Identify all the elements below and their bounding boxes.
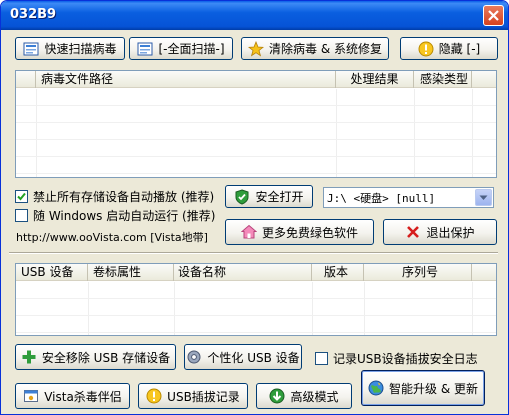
usb-list-rows xyxy=(16,282,496,335)
section-divider xyxy=(9,252,498,254)
disable-autoplay-box[interactable] xyxy=(15,190,28,203)
arrow-down-icon xyxy=(269,388,285,404)
usb-log-label: 记录USB设备插拔安全日志 xyxy=(333,352,478,366)
more-software-button[interactable]: 更多免费绿色软件 xyxy=(225,219,374,245)
disable-autoplay-checkbox[interactable]: 禁止所有存储设备自动播放 (推荐) xyxy=(15,188,214,205)
personalize-usb-label: 个性化 USB 设备 xyxy=(207,350,300,365)
more-software-label: 更多免费绿色软件 xyxy=(261,225,358,240)
scan-icon xyxy=(23,42,39,55)
usb-device-list[interactable]: USB 设备 卷标属性 设备名称 版本 序列号 xyxy=(15,263,497,336)
run-at-startup-checkbox[interactable]: 随 Windows 启动自动运行 (推荐) xyxy=(15,207,215,224)
checkmark-icon xyxy=(17,192,26,201)
warning-icon xyxy=(418,41,434,56)
full-scan-button[interactable]: [-全面扫描-] xyxy=(129,37,233,60)
upgrade-button[interactable]: 智能升级 & 更新 xyxy=(361,370,485,406)
safe-remove-usb-button[interactable]: 安全移除 USB 存储设备 xyxy=(15,344,176,370)
close-icon xyxy=(407,226,420,238)
close-button[interactable] xyxy=(483,5,504,26)
usb-log-button-label: USB插拔记录 xyxy=(167,389,240,404)
vista-partner-label: Vista杀毒伴侣 xyxy=(44,389,122,404)
hide-button[interactable]: 隐藏 [-] xyxy=(400,37,498,60)
chevron-down-icon xyxy=(479,195,488,200)
run-at-startup-label: 随 Windows 启动自动运行 (推荐) xyxy=(33,209,216,223)
safe-open-label: 安全打开 xyxy=(255,190,304,204)
usb-col-name[interactable]: 设备名称 xyxy=(174,264,312,281)
disable-autoplay-label: 禁止所有存储设备自动播放 (推荐) xyxy=(33,190,215,204)
usb-list-header: USB 设备 卷标属性 设备名称 版本 序列号 xyxy=(16,264,496,281)
usb-log-checkbox[interactable]: 记录USB设备插拔安全日志 xyxy=(315,350,478,367)
scan-icon xyxy=(137,42,153,55)
website-label: http://www.ooVista.com [Vista地带] xyxy=(16,231,208,244)
advanced-mode-button[interactable]: 高级模式 xyxy=(256,383,352,409)
quick-scan-button[interactable]: 快速扫描病毒 xyxy=(15,37,125,60)
personalize-usb-button[interactable]: 个性化 USB 设备 xyxy=(184,344,302,370)
title-bar[interactable]: 032B9 xyxy=(1,1,508,30)
virus-col-spacer xyxy=(16,71,36,88)
window-title: 032B9 xyxy=(10,7,57,22)
drive-select-value: J:\ <硬盘> [null] xyxy=(327,192,436,205)
vista-partner-button[interactable]: Vista杀毒伴侣 xyxy=(15,383,130,409)
exit-protect-label: 退出保护 xyxy=(426,225,475,240)
drive-select[interactable]: J:\ <硬盘> [null] xyxy=(323,187,494,208)
close-icon xyxy=(488,10,499,21)
dropdown-arrow[interactable] xyxy=(475,189,492,206)
virus-col-type[interactable]: 感染类型 xyxy=(414,71,472,88)
usb-col-volume[interactable]: 卷标属性 xyxy=(88,264,174,281)
usb-col-device[interactable]: USB 设备 xyxy=(16,264,88,281)
globe-icon xyxy=(368,380,384,396)
virus-col-path[interactable]: 病毒文件路径 xyxy=(36,71,336,88)
app-window: 032B9 快速扫描病毒 [-全面扫描-] 清除病毒 & 系统修复 隐藏 [-]… xyxy=(0,0,509,415)
advanced-mode-label: 高级模式 xyxy=(290,389,339,404)
usb-col-version[interactable]: 版本 xyxy=(312,264,364,281)
virus-col-result[interactable]: 处理结果 xyxy=(336,71,414,88)
run-at-startup-box[interactable] xyxy=(15,209,28,222)
program-icon xyxy=(24,390,39,402)
exit-protect-button[interactable]: 退出保护 xyxy=(383,219,497,245)
safe-open-button[interactable]: 安全打开 xyxy=(225,185,313,208)
virus-list-header: 病毒文件路径 处理结果 感染类型 xyxy=(16,71,496,88)
star-icon xyxy=(248,40,264,57)
shield-icon xyxy=(235,188,249,205)
gear-icon xyxy=(187,350,201,364)
clean-repair-button[interactable]: 清除病毒 & 系统修复 xyxy=(241,37,389,60)
safe-remove-usb-label: 安全移除 USB 存储设备 xyxy=(41,350,171,365)
usb-log-box[interactable] xyxy=(315,352,328,365)
virus-list-rows xyxy=(16,89,496,177)
quick-scan-label: 快速扫描病毒 xyxy=(44,42,117,56)
warning-icon xyxy=(146,388,162,404)
house-icon xyxy=(240,224,257,239)
full-scan-label: [-全面扫描-] xyxy=(158,42,225,56)
virus-list[interactable]: 病毒文件路径 处理结果 感染类型 xyxy=(15,70,497,178)
clean-repair-label: 清除病毒 & 系统修复 xyxy=(269,42,382,56)
plus-icon xyxy=(22,350,36,364)
upgrade-label: 智能升级 & 更新 xyxy=(389,381,478,396)
hide-label: 隐藏 [-] xyxy=(438,42,481,56)
usb-log-button[interactable]: USB插拔记录 xyxy=(138,383,248,409)
usb-col-serial[interactable]: 序列号 xyxy=(364,264,472,281)
